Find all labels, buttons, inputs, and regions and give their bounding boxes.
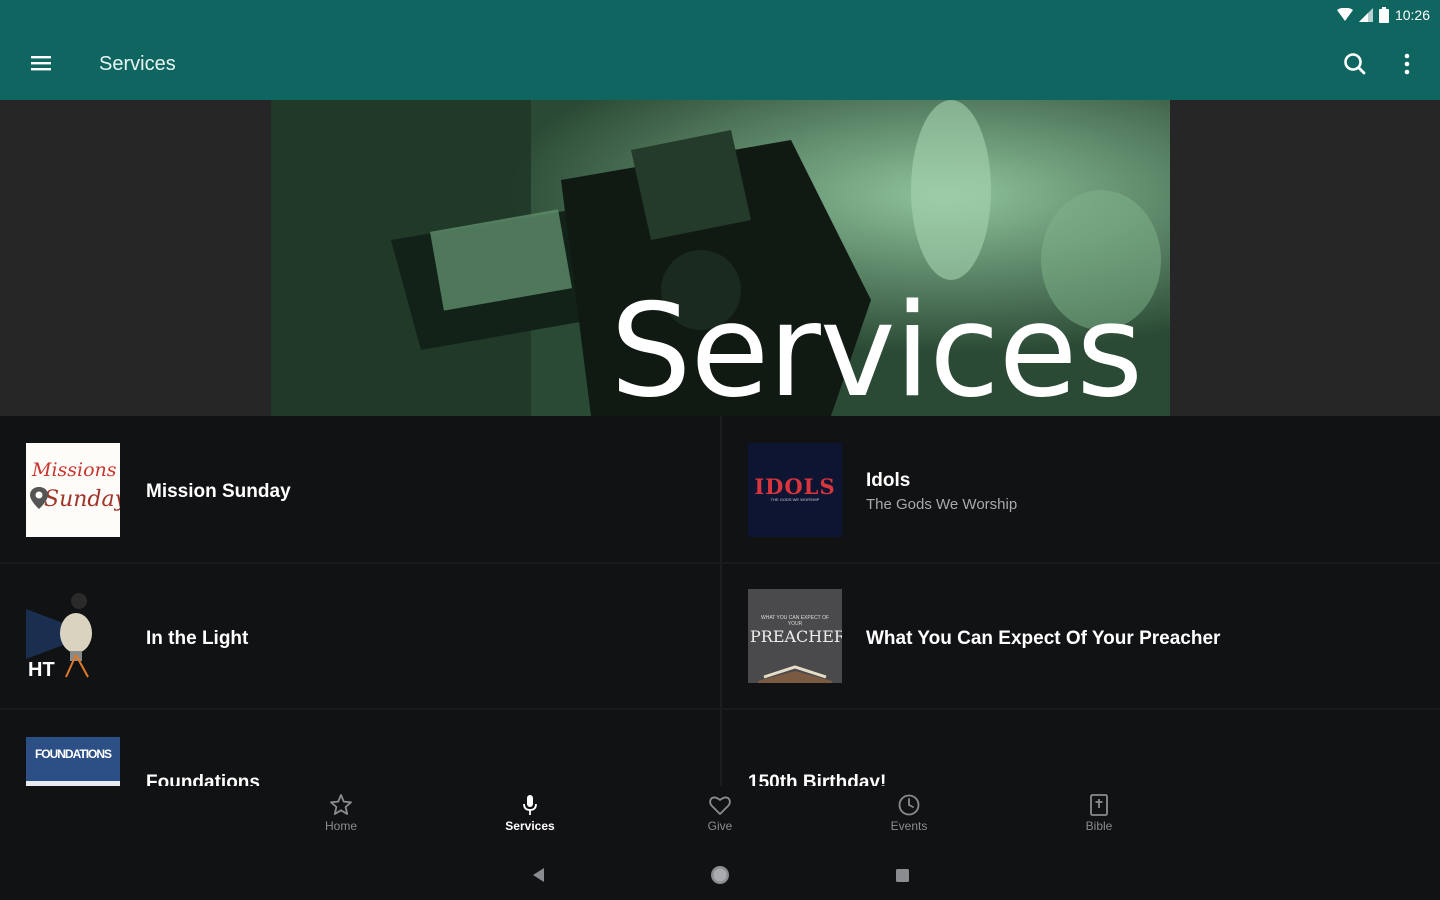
service-thumbnail: HT [26,589,120,683]
service-title: What You Can Expect Of Your Preacher [866,628,1221,649]
status-bar: 10:26 [1336,5,1430,25]
clock-icon [898,794,920,816]
location-pin-icon [30,487,48,509]
thumbnail-small-text: THE GODS WE WORSHIP [770,497,820,502]
thumbnail-text: Missions [32,459,117,481]
service-thumbnail: Missions Sunday [26,443,120,537]
tab-events[interactable]: Events [864,790,954,842]
microphone-icon [523,795,537,815]
thumbnail-text: HT [28,659,55,681]
menu-button[interactable] [22,46,58,82]
search-button[interactable] [1338,47,1372,81]
hamburger-menu-icon [31,56,51,71]
status-time: 10:26 [1394,7,1430,23]
thumbnail-text: PREACHER [750,627,842,646]
star-icon [330,794,352,815]
hero-image: Services [271,100,1170,416]
thumbnail-text: FOUNDATIONS [34,747,112,761]
wifi-icon [1336,8,1353,21]
services-list: Missions Sunday Mission Sunday IDOLS THE… [0,416,1440,786]
thumbnail-text: IDOLS [754,474,836,499]
service-item-foundations[interactable]: FOUNDATIONS Foundations [0,710,720,786]
service-item-preacher[interactable]: WHAT YOU CAN EXPECT OF YOUR PREACHER Wha… [722,564,1440,710]
service-title: Mission Sunday [146,481,291,502]
bible-icon [1090,794,1108,816]
tab-label: Bible [1085,819,1113,833]
heart-icon [709,796,731,815]
service-thumbnail: IDOLS THE GODS WE WORSHIP [748,443,842,537]
service-item-in-the-light[interactable]: HT In the Light [0,564,720,710]
tab-label: Home [324,819,357,833]
tab-label: Events [890,819,928,833]
recents-button[interactable] [889,862,915,888]
app-bar: 10:26 Services [0,0,1440,100]
service-thumbnail: WHAT YOU CAN EXPECT OF YOUR PREACHER [748,589,842,683]
tab-bible[interactable]: Bible [1054,790,1144,842]
page-title: Services [99,53,176,75]
battery-icon [1378,7,1389,23]
tab-services[interactable]: Services [485,790,575,842]
tab-home[interactable]: Home [296,790,386,842]
bottom-navigation: Home Services Give Events Bible [0,786,1440,846]
more-vertical-icon [1404,53,1410,75]
recents-square-icon [896,869,909,882]
hero-banner: Services [0,100,1440,416]
tab-give[interactable]: Give [675,790,765,842]
tab-label: Services [505,819,555,833]
thumbnail-small-text: WHAT YOU CAN EXPECT OF YOUR [761,615,829,627]
system-navigation-bar [0,846,1440,900]
home-button[interactable] [707,862,733,888]
home-circle-icon [711,866,729,884]
service-subtitle: The Gods We Worship [866,496,1018,513]
back-triangle-icon [533,868,544,882]
service-item-150th-birthday[interactable]: 150th Birthday! [722,710,1440,786]
service-thumbnail: FOUNDATIONS [26,737,120,786]
hero-title: Services [610,277,1143,416]
back-button[interactable] [526,862,552,888]
service-item-idols[interactable]: IDOLS THE GODS WE WORSHIP Idols The Gods… [722,416,1440,562]
service-title: 150th Birthday! [748,772,887,786]
service-title: Foundations [146,772,260,786]
service-title: In the Light [146,628,249,649]
tab-label: Give [707,819,733,833]
service-item-mission-sunday[interactable]: Missions Sunday Mission Sunday [0,416,720,562]
book-icon [758,665,832,683]
thumbnail-text: Sunday [44,487,120,512]
search-icon [1344,53,1366,75]
service-title: Idols [866,470,911,491]
signal-icon [1358,8,1373,22]
more-options-button[interactable] [1392,47,1422,81]
